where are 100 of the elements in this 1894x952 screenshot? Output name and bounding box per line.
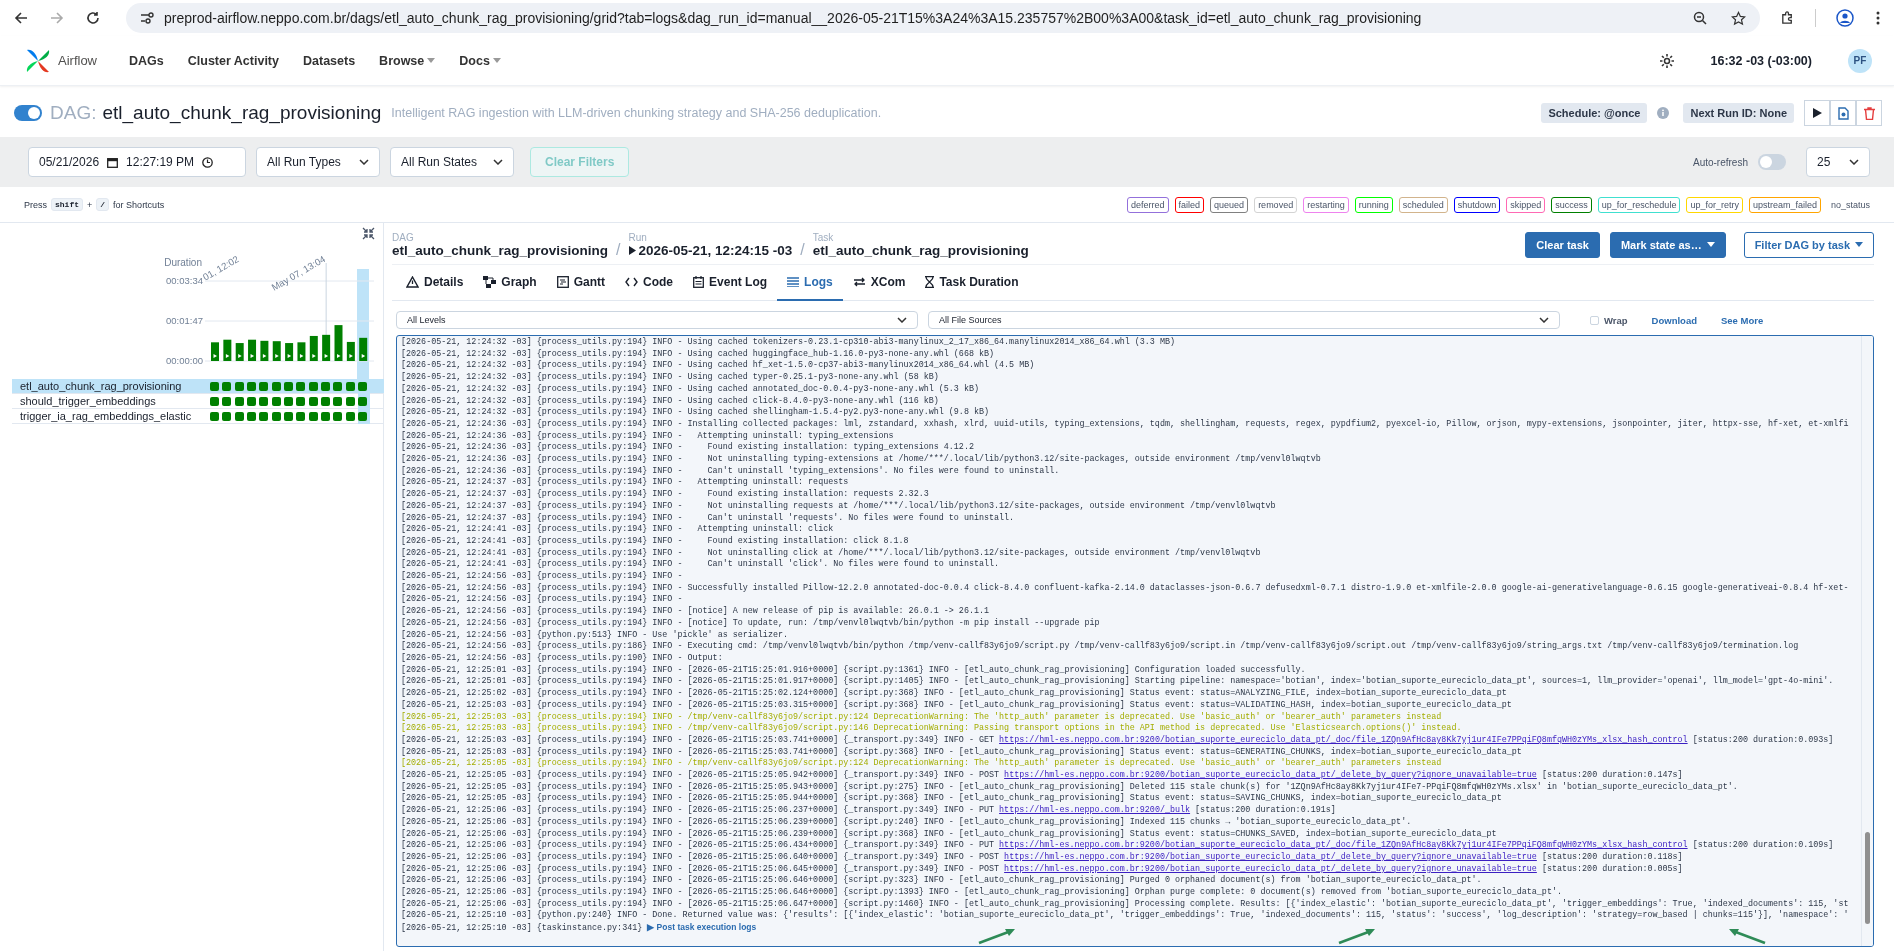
task-status-cell[interactable]: [321, 396, 331, 406]
breadcrumb-link[interactable]: etl_auto_chunk_rag_provisioning: [812, 242, 1029, 258]
task-status-cell[interactable]: [358, 411, 368, 421]
task-status-cell[interactable]: [259, 381, 269, 391]
date-time-field[interactable]: 05/21/2026 12:27:19 PM: [28, 147, 246, 177]
address-bar[interactable]: preprod-airflow.neppo.com.br/dags/etl_auto_chunk_rag_provisioning/grid?tab=logs&dag_run_id=manual__2026-05-21T15%3A24%3A15.235757%2B00%3A00&task_id=etl_auto_chunk_rag_provisioning: [126, 3, 1760, 33]
task-status-cell[interactable]: [222, 381, 232, 391]
task-status-cell[interactable]: [259, 411, 269, 421]
task-status-cell[interactable]: [333, 381, 343, 391]
task-status-cell[interactable]: [234, 381, 244, 391]
site-info-icon[interactable]: [140, 12, 154, 24]
status-legend-tag[interactable]: shutdown: [1453, 196, 1501, 213]
action-button[interactable]: Filter DAG by task: [1743, 231, 1874, 258]
select-field[interactable]: All Run Types: [256, 147, 380, 177]
task-status-cell[interactable]: [308, 396, 318, 406]
status-legend-tag[interactable]: upstream_failed: [1748, 196, 1821, 213]
task-status-cell[interactable]: [296, 396, 306, 406]
nav-link[interactable]: DAGs: [129, 53, 164, 68]
task-status-cell[interactable]: [247, 381, 257, 391]
status-legend-tag[interactable]: running: [1354, 196, 1393, 213]
task-status-cell[interactable]: [210, 396, 219, 406]
task-status-cell[interactable]: [308, 411, 318, 421]
task-row[interactable]: trigger_ia_rag_embeddings_elastic: [12, 409, 384, 424]
more-options-icon[interactable]: [1874, 9, 1882, 27]
task-status-cell[interactable]: [247, 411, 257, 421]
log-link[interactable]: https://hml-es.neppo.com.br:9200/_bulk: [999, 805, 1191, 816]
expand-log-group-button[interactable]: ▶ Post task execution logs: [642, 922, 757, 933]
task-status-cell[interactable]: [284, 381, 294, 391]
download-link[interactable]: Download: [1651, 314, 1697, 326]
status-legend-tag[interactable]: success: [1551, 196, 1592, 213]
nav-link[interactable]: Browse: [379, 53, 436, 68]
profile-icon[interactable]: [1834, 7, 1856, 29]
wrap-label[interactable]: Wrap: [1604, 314, 1628, 326]
status-legend-tag[interactable]: queued: [1210, 196, 1249, 213]
action-button[interactable]: Mark state as…: [1609, 231, 1726, 258]
tab[interactable]: Task Duration: [915, 265, 1029, 301]
clock-text[interactable]: 16:32 -03 (-03:00): [1710, 53, 1812, 68]
tab[interactable]: Event Log: [683, 265, 778, 301]
task-status-cell[interactable]: [333, 396, 343, 406]
task-status-cell[interactable]: [271, 396, 281, 406]
task-status-cell[interactable]: [345, 381, 355, 391]
task-status-cell[interactable]: [259, 396, 269, 406]
task-status-cell[interactable]: [271, 381, 281, 391]
scrollbar[interactable]: [1861, 336, 1873, 946]
task-name[interactable]: etl_auto_chunk_rag_provisioning: [12, 380, 207, 392]
task-status-cell[interactable]: [234, 411, 244, 421]
nav-link[interactable]: Docs: [459, 53, 501, 68]
task-status-cell[interactable]: [321, 411, 331, 421]
task-name[interactable]: should_trigger_embeddings: [12, 395, 207, 407]
task-status-cell[interactable]: [358, 396, 368, 406]
task-status-cell[interactable]: [296, 411, 306, 421]
status-legend-tag[interactable]: removed: [1254, 196, 1298, 213]
nav-link[interactable]: Cluster Activity: [187, 53, 279, 68]
task-status-cell[interactable]: [210, 411, 219, 421]
task-status-cell[interactable]: [345, 396, 355, 406]
status-legend-tag[interactable]: up_for_retry: [1686, 196, 1743, 213]
task-status-cell[interactable]: [358, 381, 368, 391]
status-legend-tag[interactable]: deferred: [1127, 196, 1169, 213]
task-status-cell[interactable]: [234, 396, 244, 406]
brand-link[interactable]: Airflow: [24, 46, 97, 75]
tab[interactable]: Code: [615, 265, 684, 301]
task-status-cell[interactable]: [321, 381, 331, 391]
status-legend-tag[interactable]: skipped: [1506, 196, 1546, 213]
task-row[interactable]: should_trigger_embeddings: [12, 394, 384, 409]
task-status-cell[interactable]: [271, 411, 281, 421]
wrap-checkbox[interactable]: [1590, 315, 1599, 325]
nav-link[interactable]: Datasets: [303, 53, 356, 68]
task-status-cell[interactable]: [308, 381, 318, 391]
task-status-cell[interactable]: [296, 381, 306, 391]
reload-icon[interactable]: [84, 9, 102, 27]
log-level-select[interactable]: All Levels: [396, 311, 918, 329]
see-more-link[interactable]: See More: [1721, 314, 1764, 326]
collapse-icon[interactable]: [362, 227, 375, 239]
tab[interactable]: Logs: [777, 265, 843, 301]
status-legend-tag[interactable]: no_status: [1826, 196, 1874, 213]
tab[interactable]: Gantt: [546, 265, 616, 301]
dag-pause-toggle[interactable]: [14, 105, 42, 121]
tab[interactable]: Graph: [473, 265, 547, 301]
log-link[interactable]: https://hml-es.neppo.com.br:9200/botian_suporte_eureciclo_data_pt/_delete_by_query?ignore_unavailable=true: [1004, 851, 1537, 862]
select-field[interactable]: All Run States: [390, 147, 514, 177]
log-link[interactable]: https://hml-es.neppo.com.br:9200/botian_suporte_eureciclo_data_pt/_doc/file_1ZQn9AfHc8ay8Kk7yj1ur4IFe7PPqiFQ8mfqWH0zYMs_xlsx_hash_control: [999, 734, 1688, 745]
auto-refresh-toggle[interactable]: [1758, 154, 1786, 170]
parse-dag-button[interactable]: [1830, 100, 1856, 126]
tab[interactable]: Details: [396, 265, 474, 301]
log-link[interactable]: https://hml-es.neppo.com.br:9200/botian_suporte_eureciclo_data_pt/_delete_by_query?ignore_unavailable=true: [1004, 770, 1537, 780]
task-status-cell[interactable]: [284, 396, 294, 406]
task-name[interactable]: trigger_ia_rag_embeddings_elastic: [12, 410, 207, 422]
breadcrumb-link[interactable]: 2026-05-21, 12:24:15 -03: [638, 242, 793, 258]
trigger-dag-button[interactable]: [1804, 100, 1830, 126]
task-status-cell[interactable]: [222, 396, 232, 406]
status-legend-tag[interactable]: failed: [1174, 196, 1205, 213]
status-legend-tag[interactable]: scheduled: [1398, 196, 1448, 213]
task-status-cell[interactable]: [247, 396, 257, 406]
zoom-icon[interactable]: [1693, 11, 1707, 25]
task-status-cell[interactable]: [333, 411, 343, 421]
settings-icon[interactable]: [1658, 52, 1675, 69]
log-link[interactable]: https://hml-es.neppo.com.br:9200/botian_suporte_eureciclo_data_pt/_doc/file_1ZQn9AfHc8ay8Kk7yj1ur4IFe7PPqiFQ8mfqWH0zYMs_xlsx_hash_control: [999, 840, 1688, 851]
status-legend-tag[interactable]: restarting: [1303, 196, 1349, 213]
page-size-select[interactable]: 25: [1806, 147, 1870, 177]
log-link[interactable]: https://hml-es.neppo.com.br:9200/botian_suporte_eureciclo_data_pt/_delete_by_query?ignore_unavailable=true: [1004, 863, 1537, 874]
